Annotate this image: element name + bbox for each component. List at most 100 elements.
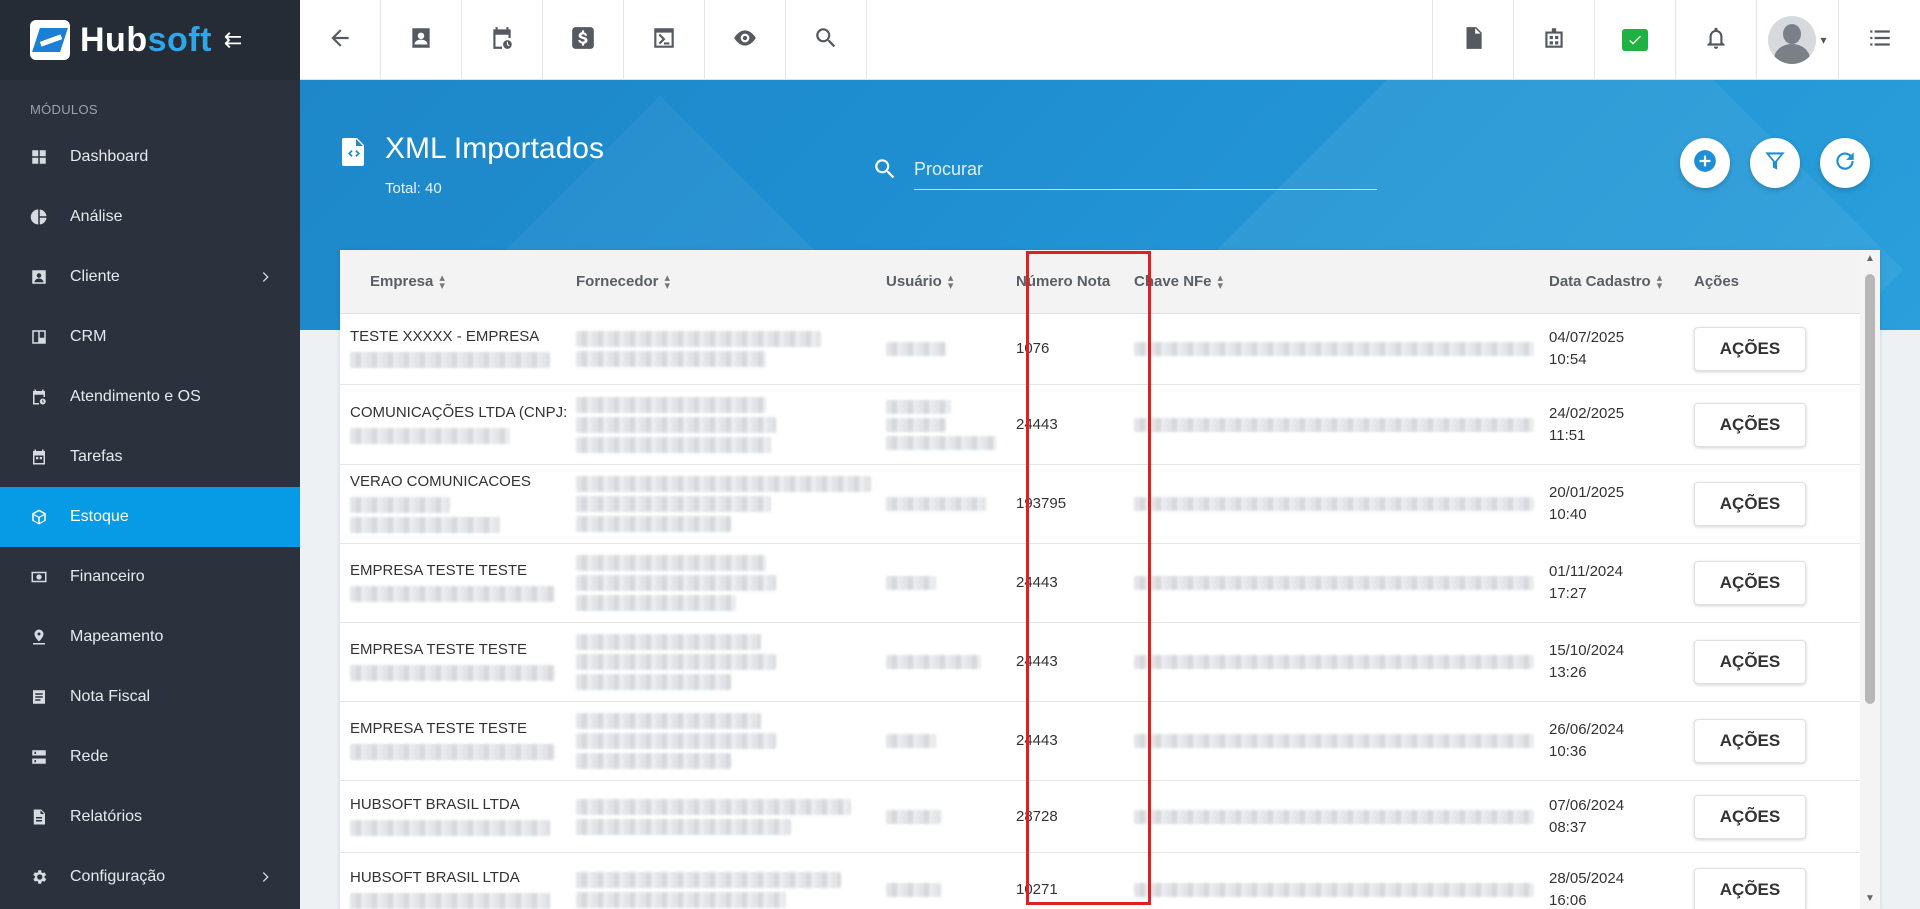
scroll-up-icon[interactable]: ▲ <box>1863 252 1877 266</box>
brand-soft: soft <box>147 20 212 59</box>
sidebar-item-label: Estoque <box>70 508 129 525</box>
table-row: EMPRESA TESTE TESTE 24443 15/10/2024 13:2… <box>340 623 1880 702</box>
cell-usuario <box>886 396 1016 454</box>
column-header-usuario[interactable]: Usuário ▴ ▾ <box>886 250 1016 314</box>
scroll-down-icon[interactable]: ▼ <box>1863 892 1877 906</box>
menu-list-icon <box>1867 25 1893 56</box>
sidebar-item-cliente[interactable]: Cliente <box>0 247 300 307</box>
sidebar-item-configuracao[interactable]: Configuração <box>0 847 300 907</box>
actions-button[interactable]: AÇÕES <box>1694 794 1806 839</box>
actions-button[interactable]: AÇÕES <box>1694 561 1806 605</box>
actions-button[interactable]: AÇÕES <box>1694 868 1806 909</box>
search-box <box>872 150 1377 190</box>
finance-button[interactable] <box>543 0 624 80</box>
redacted-text <box>576 753 731 769</box>
actions-button[interactable]: AÇÕES <box>1694 482 1806 526</box>
redacted-text <box>350 586 555 602</box>
map-pin-icon <box>30 628 48 646</box>
sidebar-item-crm[interactable]: CRM <box>0 307 300 367</box>
redacted-text <box>576 496 771 512</box>
total-count: Total: 40 <box>385 180 442 197</box>
empresa-name: TESTE XXXXX - EMPRESA <box>350 328 540 345</box>
redacted-text <box>350 893 550 909</box>
cell-chave-nfe <box>1134 414 1549 436</box>
cell-usuario <box>886 493 1016 515</box>
apps-menu-button[interactable] <box>1839 0 1920 80</box>
back-arrow-icon <box>327 25 353 56</box>
pdf-button[interactable] <box>1433 0 1514 80</box>
global-search-button[interactable] <box>786 0 867 80</box>
kanban-icon <box>30 328 48 346</box>
actions-button[interactable]: AÇÕES <box>1694 640 1806 684</box>
document-list-icon <box>30 688 48 706</box>
gear-icon <box>30 868 48 886</box>
column-header-chave-nfe[interactable]: Chave NFe ▴ ▾ <box>1134 250 1549 314</box>
cell-chave-nfe <box>1134 806 1549 828</box>
add-button[interactable] <box>1680 138 1730 188</box>
company-button[interactable] <box>1514 0 1595 80</box>
sidebar-item-nota-fiscal[interactable]: Nota Fiscal <box>0 667 300 727</box>
sidebar-item-mapeamento[interactable]: Mapeamento <box>0 607 300 667</box>
cell-usuario <box>886 338 1016 360</box>
cell-numero-nota: 193795 <box>1016 495 1067 512</box>
cell-fornecedor <box>576 327 886 371</box>
sort-icon: ▴ ▾ <box>664 271 671 292</box>
column-header-numero-nota[interactable]: Número Nota <box>1016 250 1134 314</box>
sidebar-item-tarefas[interactable]: Tarefas <box>0 427 300 487</box>
view-button[interactable] <box>705 0 786 80</box>
search-icon <box>872 156 898 182</box>
redacted-text <box>886 883 941 897</box>
scroll-thumb[interactable] <box>1865 274 1875 704</box>
sidebar-item-financeiro[interactable]: Financeiro <box>0 547 300 607</box>
cell-acoes: AÇÕES <box>1694 794 1854 839</box>
refresh-icon <box>1832 148 1858 179</box>
back-button[interactable] <box>300 0 381 80</box>
building-icon <box>1541 25 1567 56</box>
redacted-text <box>1134 497 1534 511</box>
cell-empresa: HUBSOFT BRASIL LTDA <box>340 867 576 909</box>
sidebar-item-dashboard[interactable]: Dashboard <box>0 127 300 187</box>
column-header-empresa[interactable]: Empresa ▴ ▾ <box>340 250 576 314</box>
terminal-button[interactable] <box>624 0 705 80</box>
contacts-button[interactable] <box>381 0 462 80</box>
search-input[interactable] <box>914 150 1377 190</box>
chevron-right-icon <box>258 269 274 285</box>
table-scrollbar[interactable]: ▲ ▼ <box>1860 250 1880 909</box>
chat-button[interactable] <box>1595 0 1676 80</box>
sidebar-item-analise[interactable]: Análise <box>0 187 300 247</box>
sidebar-item-rede[interactable]: Rede <box>0 727 300 787</box>
notifications-button[interactable] <box>1676 0 1757 80</box>
collapse-menu-icon[interactable]: ⇇ <box>224 27 242 53</box>
box-icon <box>30 508 48 526</box>
cell-empresa: VERAO COMUNICACOES <box>340 471 576 537</box>
redacted-text <box>576 654 776 670</box>
column-header-data-cadastro[interactable]: Data Cadastro ▴ ▾ <box>1549 250 1694 314</box>
refresh-button[interactable] <box>1820 138 1870 188</box>
time-text: 10:40 <box>1549 506 1587 523</box>
cell-empresa: TESTE XXXXX - EMPRESA <box>340 326 576 372</box>
column-label: Data Cadastro <box>1549 273 1651 290</box>
sidebar-item-relatorios[interactable]: Relatórios <box>0 787 300 847</box>
sidebar-item-estoque[interactable]: Estoque <box>0 487 300 547</box>
date-text: 24/02/2025 <box>1549 404 1625 422</box>
schedule-button[interactable] <box>462 0 543 80</box>
actions-button[interactable]: AÇÕES <box>1694 719 1806 763</box>
table-header: Empresa ▴ ▾ Fornecedor ▴ ▾ Usuário ▴ ▾ Número … <box>340 250 1880 314</box>
sidebar-item-atendimento[interactable]: Atendimento e OS <box>0 367 300 427</box>
pie-chart-icon <box>30 208 48 226</box>
date-text: 04/07/2025 <box>1549 329 1625 346</box>
actions-button[interactable]: AÇÕES <box>1694 327 1806 371</box>
cell-data-cadastro: 07/06/2024 08:37 <box>1549 795 1694 839</box>
user-menu-button[interactable]: ▾ <box>1757 0 1839 80</box>
cell-usuario <box>886 730 1016 752</box>
redacted-text <box>886 417 946 432</box>
column-header-fornecedor[interactable]: Fornecedor ▴ ▾ <box>576 250 886 314</box>
empresa-name: HUBSOFT BRASIL LTDA <box>350 869 520 886</box>
redacted-text <box>576 476 871 492</box>
redacted-text <box>886 809 941 824</box>
redacted-text <box>350 819 550 836</box>
filter-button[interactable] <box>1750 138 1800 188</box>
redacted-text <box>350 352 550 368</box>
empresa-name: EMPRESA TESTE TESTE <box>350 562 527 579</box>
actions-button[interactable]: AÇÕES <box>1694 402 1806 447</box>
